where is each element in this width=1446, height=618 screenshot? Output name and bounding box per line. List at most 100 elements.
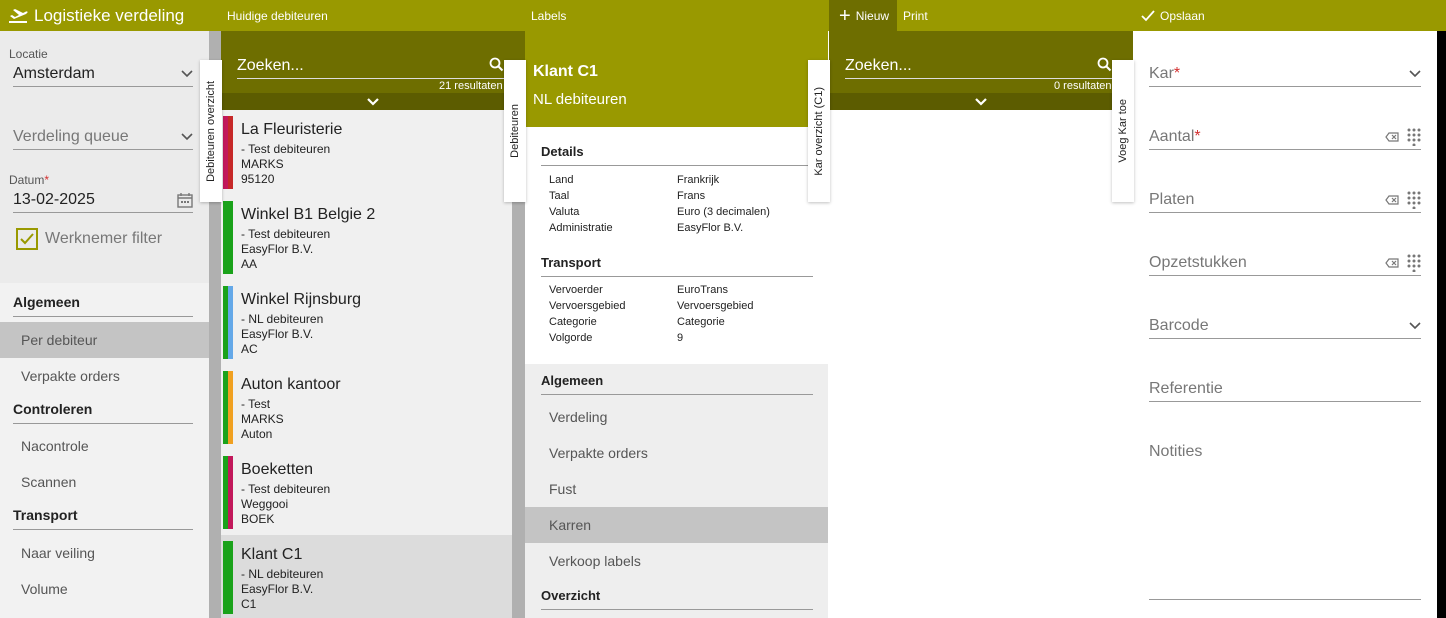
sidebar-item-naar-veiling[interactable]: Naar veiling [0,535,209,571]
nav-heading-transport: Transport [13,500,193,530]
debiteur-code: AC [241,342,258,356]
keypad-icon[interactable] [1407,254,1421,272]
clear-icon[interactable] [1385,257,1399,268]
verdeling-queue-select[interactable]: Verdeling queue [13,124,193,150]
clear-icon[interactable] [1385,131,1399,142]
color-bar-2 [228,541,233,614]
sidebar-item-verpakte-orders[interactable]: Verpakte orders [0,358,209,394]
nav-heading-controleren: Controleren [13,394,193,424]
search-underline [845,78,1117,79]
tab-debiteuren-overzicht[interactable]: Debiteuren overzicht [200,60,222,202]
kar-select[interactable]: Kar* [1149,61,1421,87]
barcode-select[interactable]: Barcode [1149,313,1421,339]
save-button[interactable]: Opslaan [1141,0,1205,31]
detail-value: Frans [677,190,706,202]
list-item[interactable]: Winkel B1 Belgie 2 - Test debiteuren Eas… [221,195,512,280]
debiteuren-result-count: 21 resultaten [439,80,503,92]
list-item[interactable]: La Fleuristerie - Test debiteuren MARKS … [221,110,512,195]
debiteur-company: MARKS [241,412,284,426]
chevron-down-icon [1409,69,1421,77]
klant-menu: Algemeen Verdeling Verpakte orders Fust … [525,364,828,618]
sidebar: Locatie Amsterdam Verdeling queue Datum*… [0,31,209,618]
detail-value: EasyFlor B.V. [677,222,744,234]
color-bar-2 [228,201,233,274]
klant-menu-heading: Algemeen [541,373,813,395]
list-item[interactable]: Auton kantoor - Test MARKS Auton [221,365,512,450]
check-icon [1141,9,1155,21]
notities-textarea[interactable]: Notities [1149,443,1202,461]
sidebar-item-nacontrole[interactable]: Nacontrole [0,428,209,464]
kar-collapse-toggle[interactable] [829,93,1133,110]
right-edge [1437,31,1446,618]
debiteur-code: BOEK [241,512,275,526]
calendar-icon[interactable] [177,192,193,208]
debiteur-group: - Test debiteuren [241,227,331,241]
tab-debiteuren[interactable]: Debiteuren [504,60,526,202]
sidebar-item-volume[interactable]: Volume [0,571,209,607]
werknemer-filter-checkbox[interactable]: Werknemer filter [16,228,162,250]
chevron-down-icon [181,69,193,77]
debiteur-code: AA [241,257,258,271]
clear-icon[interactable] [1385,194,1399,205]
top-bar: Logistieke verdeling Huidige debiteuren … [0,0,1446,31]
detail-key: Taal [549,190,570,202]
detail-key: Valuta [549,206,580,218]
sidebar-nav: Algemeen Per debiteur Verpakte orders Co… [0,283,209,618]
keypad-icon[interactable] [1407,128,1421,146]
klant-name: Klant C1 [533,63,598,80]
panel-title-labels: Labels [531,8,567,23]
list-item[interactable]: Winkel Rijnsburg - NL debiteuren EasyFlo… [221,280,512,365]
tab-kar-overzicht[interactable]: Kar overzicht (C1) [808,60,830,202]
datum-label: Datum* [9,173,50,187]
sidebar-item-scannen[interactable]: Scannen [0,464,209,500]
debiteur-code: C1 [241,597,257,611]
referentie-field[interactable]: Referentie [1149,376,1421,402]
debiteur-code: 95120 [241,172,275,186]
detail-key: Vervoersgebied [549,300,626,312]
debiteuren-search-input[interactable]: Zoeken... [237,57,304,75]
detail-value: Vervoersgebied [677,300,754,312]
klant-menu-verpakte-orders[interactable]: Verpakte orders [525,435,828,471]
debiteur-company: EasyFlor B.V. [241,242,314,256]
keypad-icon[interactable] [1407,191,1421,209]
locatie-select[interactable]: Amsterdam [13,61,193,87]
detail-value: Categorie [677,316,725,328]
transport-heading: Transport [541,255,813,277]
new-button[interactable]: + Nieuw [829,0,897,31]
color-bar-2 [228,456,233,529]
debiteur-group: - Test [241,397,271,411]
plus-icon: + [839,4,851,27]
kar-search-input[interactable]: Zoeken... [845,57,912,75]
sidebar-item-per-debiteur[interactable]: Per debiteur [0,322,209,358]
list-item[interactable]: Boeketten - Test debiteuren Weggooi BOEK [221,450,512,535]
klant-menu-verdeling[interactable]: Verdeling [525,399,828,435]
checkbox-icon[interactable] [16,228,38,250]
tab-voeg-kar-toe[interactable]: Voeg Kar toe [1112,60,1134,202]
platen-field[interactable]: Platen [1149,187,1421,213]
klant-menu-karren[interactable]: Karren [525,507,828,543]
list-item[interactable]: Klant C1 - NL debiteuren EasyFlor B.V. C… [221,535,512,618]
detail-value: 9 [677,332,684,344]
voeg-kar-form: Kar* Aantal* Platen Opzetstukken Barcode… [1133,31,1437,618]
kar-list [829,110,1131,618]
opzetstukken-field[interactable]: Opzetstukken [1149,250,1421,276]
chevron-down-icon [367,97,379,106]
print-button[interactable]: Print [903,0,928,31]
debiteur-group: - Test debiteuren [241,482,331,496]
color-bar-2 [228,371,233,444]
aantal-field[interactable]: Aantal* [1149,124,1421,150]
kar-result-count: 0 resultaten [1054,80,1112,92]
klant-menu-verkoop-labels[interactable]: Verkoop labels [525,543,828,579]
debiteuren-search-panel: Zoeken... 21 resultaten [221,31,525,110]
detail-value: Frankrijk [677,174,720,186]
debiteuren-collapse-toggle[interactable] [221,93,525,110]
klant-subtitle: NL debiteuren [533,91,627,108]
search-icon[interactable] [1097,57,1112,72]
search-icon[interactable] [489,57,504,72]
klant-menu-fust[interactable]: Fust [525,471,828,507]
airplane-icon [9,8,28,23]
datum-input[interactable]: 13-02-2025 [13,187,193,213]
overzicht-heading: Overzicht [541,588,813,610]
chevron-down-icon [975,97,987,106]
panel-title-huidige-debiteuren: Huidige debiteuren [227,8,328,23]
